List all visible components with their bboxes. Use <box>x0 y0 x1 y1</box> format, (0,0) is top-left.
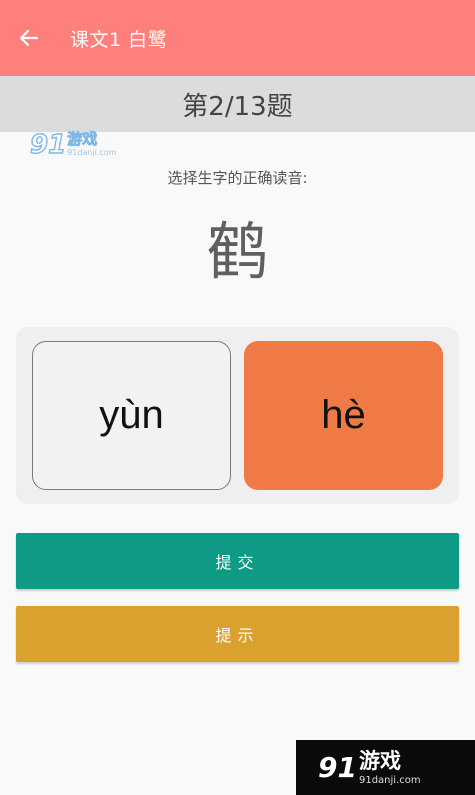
submit-button[interactable]: 提交 <box>16 533 459 589</box>
arrow-left-icon <box>19 29 39 47</box>
question-progress: 第2/13题 <box>182 91 293 122</box>
question-instruction: 选择生字的正确读音: <box>167 169 308 187</box>
app-title: 课文1 白鹭 <box>70 28 168 51</box>
watermark-brand: 游戏 <box>67 130 98 149</box>
watermark-logo-top: 91 游戏 91danji.com <box>29 129 130 166</box>
watermark-url: 91danji.com <box>67 148 117 157</box>
question-character: 鹤 <box>206 215 269 288</box>
watermark-url: 91danji.com <box>358 774 421 786</box>
hint-button[interactable]: 提示 <box>16 606 459 662</box>
choice-option-2-selected[interactable]: hè <box>244 341 443 490</box>
watermark-brand: 游戏 <box>358 748 401 773</box>
choice-option-1[interactable]: yùn <box>32 341 231 490</box>
watermark-logo-bottom: 91 游戏 91danji.com <box>296 740 475 795</box>
watermark-number: 91 <box>29 129 67 160</box>
watermark-number: 91 <box>318 750 357 784</box>
question-progress-bar: 第2/13题 <box>0 76 475 132</box>
app-bar: 课文1 白鹭 <box>0 0 475 76</box>
choice-panel: yùn hè <box>16 327 459 504</box>
back-button[interactable] <box>0 0 56 76</box>
